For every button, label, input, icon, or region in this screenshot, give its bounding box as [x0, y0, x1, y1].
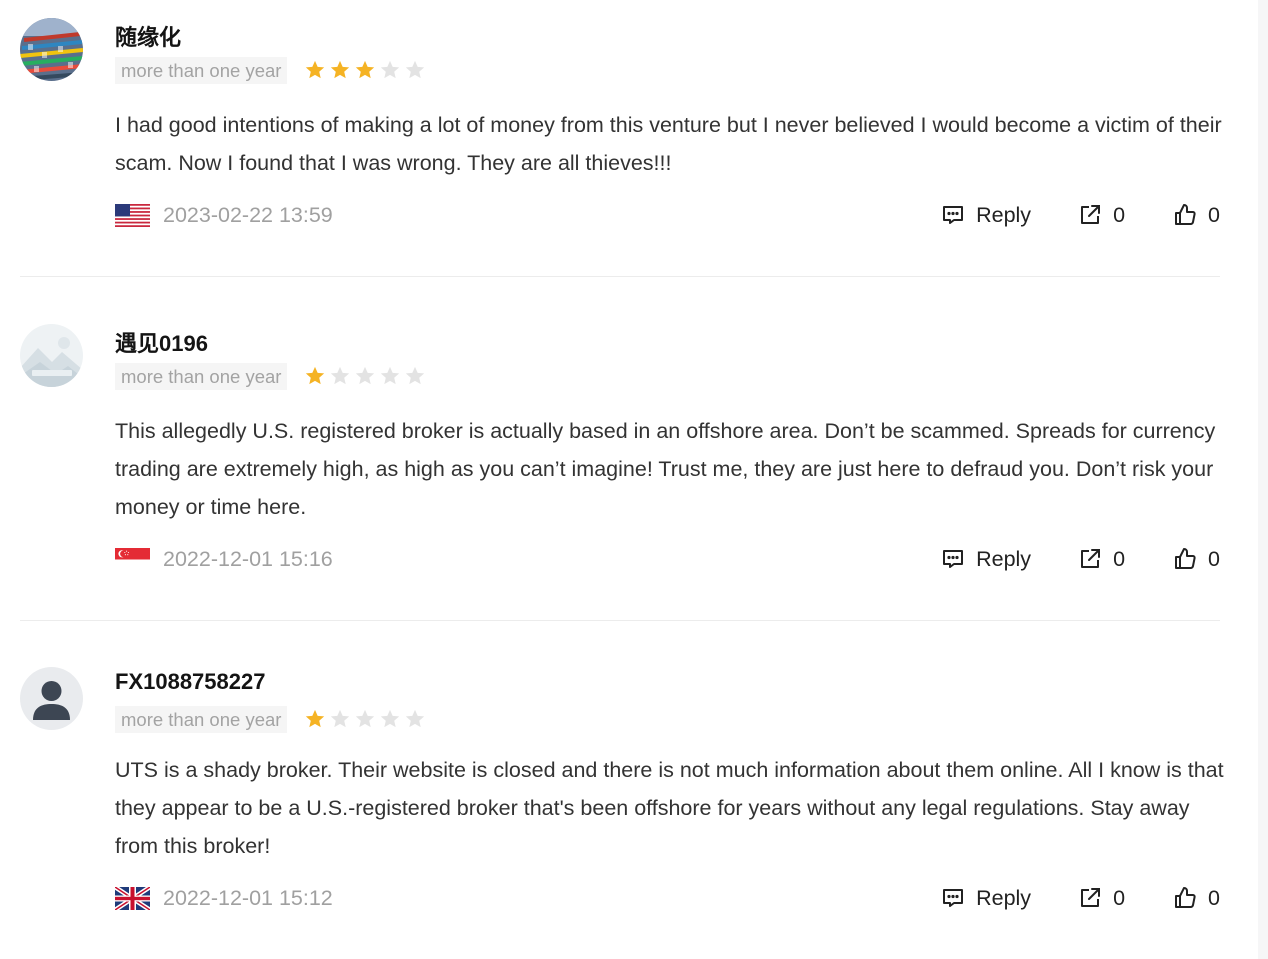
thumbs-up-icon	[1175, 887, 1196, 908]
star-icon	[356, 60, 375, 79]
star-icon	[406, 366, 425, 385]
like-count: 0	[1208, 885, 1220, 910]
share-count: 0	[1113, 546, 1126, 571]
review-actions: Reply 0 0	[941, 547, 1220, 572]
star-icon	[306, 366, 325, 385]
review-footer: 2022-12-01 15:16 Reply 0 0	[115, 543, 1220, 575]
reply-button[interactable]: Reply	[941, 886, 1031, 911]
time-badge: more than one year	[115, 705, 288, 733]
star-icon	[406, 60, 425, 79]
share-button[interactable]: 0	[1078, 547, 1125, 572]
share-count: 0	[1113, 885, 1126, 910]
star-icon	[306, 60, 325, 79]
review-footer: 2023-02-22 13:59 Reply 0 0	[115, 199, 1220, 231]
avatar[interactable]	[20, 18, 83, 81]
reply-button[interactable]: Reply	[941, 547, 1031, 572]
reply-label: Reply	[976, 885, 1032, 910]
reply-label: Reply	[976, 546, 1032, 571]
star-rating	[304, 365, 426, 387]
review-actions: Reply 0 0	[941, 203, 1220, 228]
review-meta: more than one year	[115, 56, 426, 84]
like-button[interactable]: 0	[1173, 886, 1220, 911]
thumbs-up-icon	[1175, 548, 1196, 569]
star-icon	[356, 366, 375, 385]
like-count: 0	[1208, 546, 1220, 571]
star-icon	[356, 709, 375, 728]
star-icon	[331, 709, 350, 728]
avatar[interactable]	[20, 667, 83, 730]
author-name[interactable]: FX1088758227	[115, 669, 265, 695]
share-icon	[1081, 549, 1101, 568]
review-text: UTS is a shady broker. Their website is …	[115, 758, 1224, 858]
share-button[interactable]: 0	[1078, 886, 1125, 911]
like-button[interactable]: 0	[1173, 547, 1220, 572]
uk-flag-icon	[115, 886, 150, 910]
review-date: 2022-12-01 15:12	[163, 885, 333, 910]
comment-icon	[943, 889, 964, 907]
share-icon	[1081, 205, 1101, 224]
avatar-image	[20, 324, 83, 387]
sg-flag-icon	[115, 547, 150, 571]
star-icon	[381, 366, 400, 385]
scrollbar-track[interactable]	[1258, 0, 1268, 959]
divider	[20, 276, 1220, 277]
star-icon	[381, 60, 400, 79]
like-count: 0	[1208, 202, 1220, 227]
share-icon	[1081, 888, 1101, 907]
time-badge: more than one year	[115, 362, 288, 390]
share-button[interactable]: 0	[1078, 203, 1125, 228]
comment-icon	[943, 550, 964, 568]
divider	[20, 620, 1220, 621]
author-name[interactable]: 随缘化	[115, 20, 181, 52]
user-icon	[20, 667, 83, 730]
review-date: 2022-12-01 15:16	[163, 546, 333, 571]
star-icon	[331, 366, 350, 385]
share-count: 0	[1113, 202, 1126, 227]
like-button[interactable]: 0	[1173, 203, 1220, 228]
star-icon	[381, 709, 400, 728]
star-rating	[304, 59, 426, 81]
avatar-image	[20, 18, 83, 81]
review-meta: more than one year	[115, 362, 426, 390]
time-badge: more than one year	[115, 56, 288, 84]
review-footer: 2022-12-01 15:12 Reply 0 0	[115, 882, 1220, 914]
us-flag-icon	[115, 203, 150, 227]
reply-button[interactable]: Reply	[941, 203, 1031, 228]
thumbs-up-icon	[1175, 204, 1196, 225]
review-date: 2023-02-22 13:59	[163, 202, 333, 227]
reply-label: Reply	[976, 202, 1032, 227]
review-actions: Reply 0 0	[941, 886, 1220, 911]
star-icon	[331, 60, 350, 79]
star-rating	[304, 708, 426, 730]
author-name[interactable]: 遇见0196	[115, 326, 208, 358]
review-text: I had good intentions of making a lot of…	[115, 113, 1222, 175]
star-icon	[306, 709, 325, 728]
comment-icon	[943, 206, 964, 224]
review-meta: more than one year	[115, 705, 426, 733]
review-text: This allegedly U.S. registered broker is…	[115, 419, 1216, 519]
avatar[interactable]	[20, 324, 83, 387]
star-icon	[406, 709, 425, 728]
